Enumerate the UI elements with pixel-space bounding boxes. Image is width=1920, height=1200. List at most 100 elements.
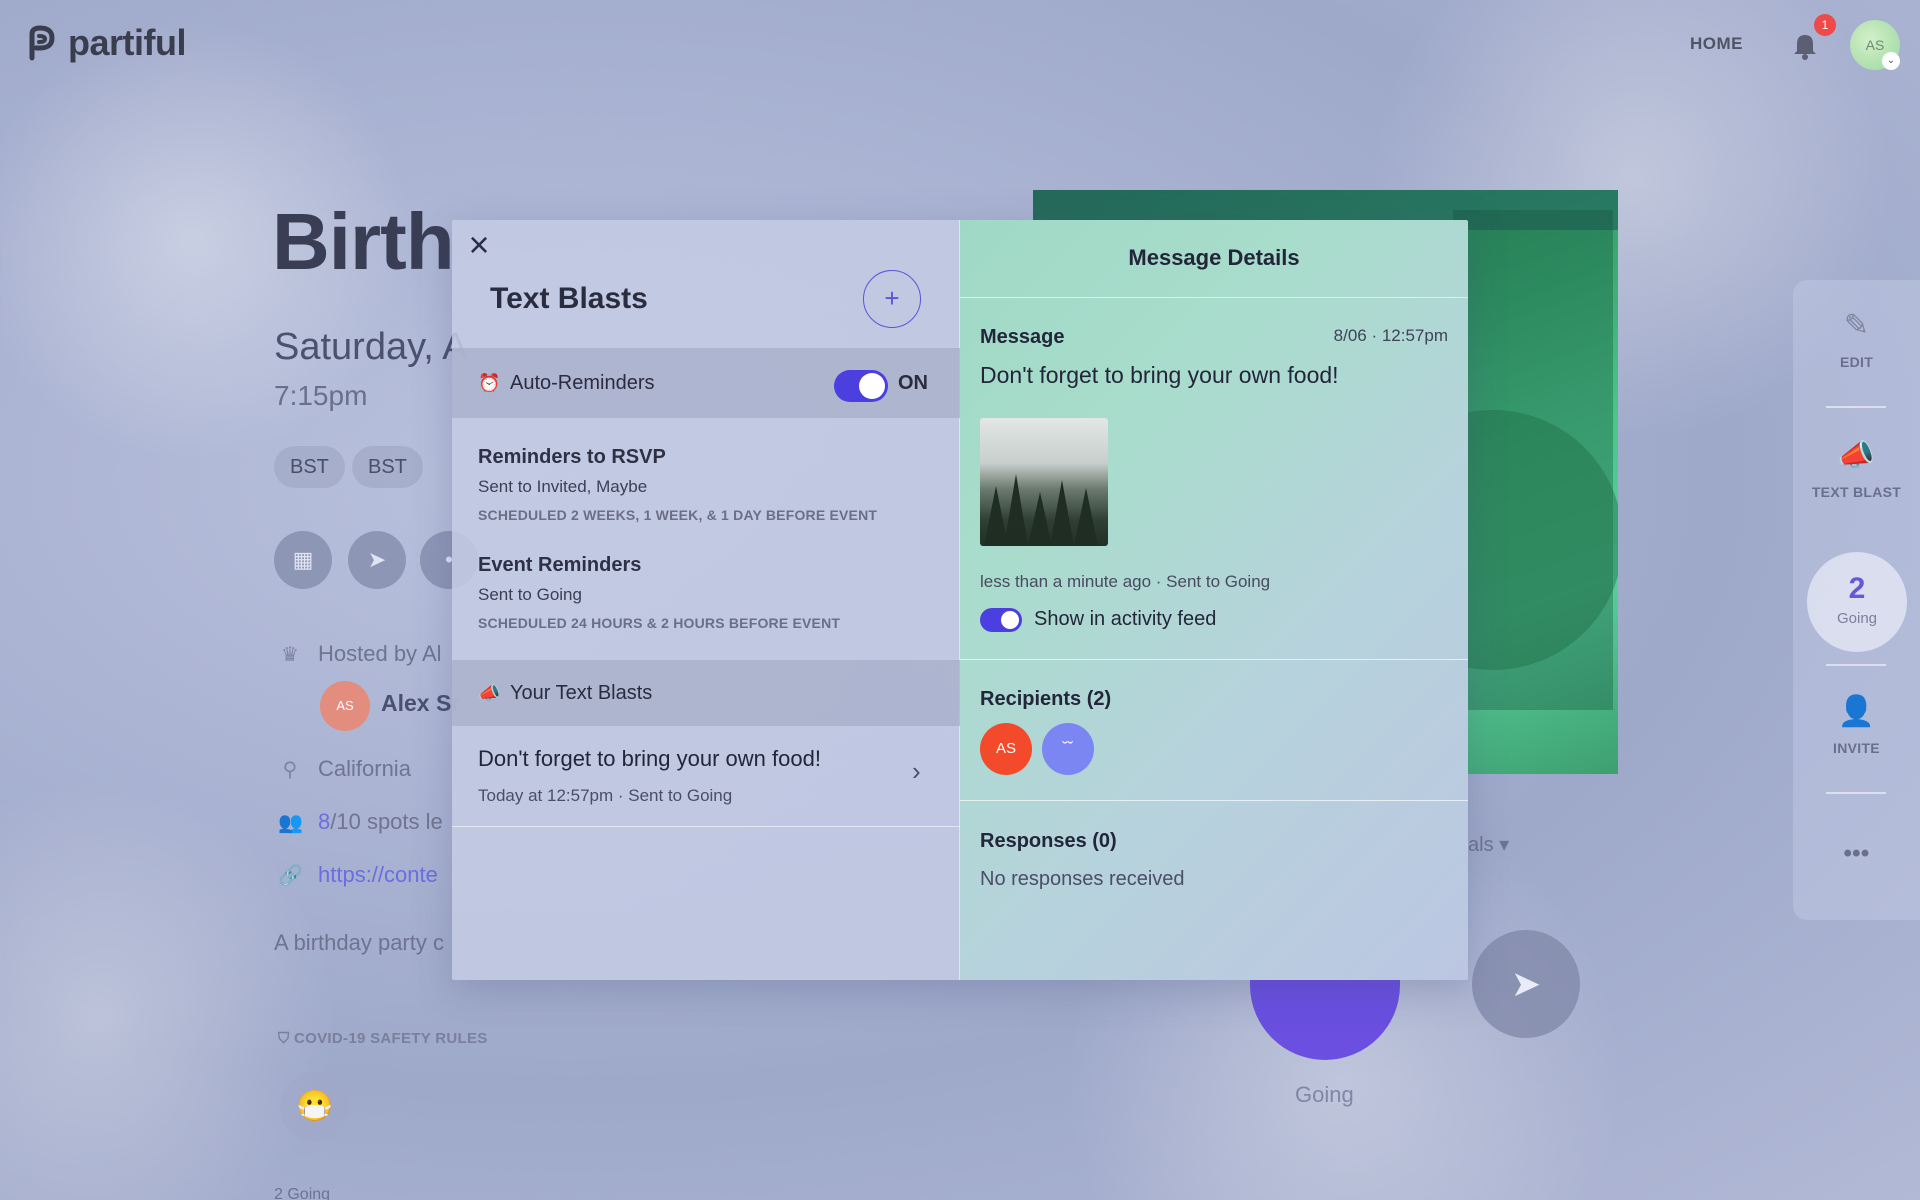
link-row: 🔗 https://conte [278,862,438,888]
event-link[interactable]: https://conte [318,862,438,888]
add-text-blast-button[interactable]: + [863,270,921,328]
event-description: A birthday party c [274,930,444,955]
spots-number: 8 [318,809,331,834]
alarm-clock-icon: ⏰ [478,372,501,393]
close-icon[interactable]: × [462,227,496,264]
recipient-avatar[interactable]: AS [980,723,1032,775]
partiful-logo-icon [29,25,55,61]
location-pin-icon: ⚲ [282,759,298,781]
message-label: Message [980,326,1065,348]
reminder-title: Event Reminders [478,554,642,576]
crown-icon: ♛ [281,644,299,666]
reminder-recipients: Sent to Going [478,585,582,604]
rail-divider [1826,664,1886,666]
reminder-title: Reminders to RSVP [478,446,666,468]
link-icon: 🔗 [278,865,303,887]
text-blast-item[interactable]: Don't forget to bring your own food! Tod… [452,726,960,826]
text-blast-button[interactable]: 📣 TEXT BLAST [1793,438,1920,500]
host-avatar[interactable]: AS [320,681,370,731]
timezone-chip[interactable]: BST [352,446,423,488]
no-responses-text: No responses received [980,868,1185,890]
going-label: Going [1836,610,1878,627]
more-button[interactable]: ••• [1793,834,1920,868]
action-rail: ✎ EDIT 📣 TEXT BLAST 2 Going 👤 INVITE ••• [1793,280,1920,920]
hosted-by-label: Hosted by Al [318,641,442,666]
location-row: ⚲ California [278,756,411,782]
divider [452,826,960,827]
nav-home-link[interactable]: HOME [1690,34,1743,54]
host-row: ♛ Hosted by Al [278,641,442,667]
blast-meta: Today at 12:57pm · Sent to Going [478,786,733,805]
pencil-icon: ✎ [1843,309,1870,342]
spots-row: 👥 8/10 spots le [278,809,443,835]
edit-button[interactable]: ✎ EDIT [1793,308,1920,370]
add-user-icon: 👤 [1837,695,1876,728]
going-count: 2 [1848,572,1866,605]
chevron-down-icon[interactable]: ⌄ [1882,52,1900,70]
message-image-forest[interactable] [980,418,1108,546]
event-date: Saturday, A [274,326,468,368]
auto-reminders-bar: ⏰ Auto-Reminders ON [452,348,960,418]
more-icon: ••• [1843,840,1870,867]
timezone-chip[interactable]: BST [274,446,345,488]
message-details-panel: Message Details Message 8/06 · 12:57pm D… [960,220,1468,980]
event-title: Birth [272,197,455,286]
chevron-right-icon: › [912,756,921,786]
going-counter-button[interactable]: 2 Going [1807,552,1907,652]
megaphone-icon: 📣 [478,682,501,703]
host-name[interactable]: Alex Sr [381,690,460,717]
text-blast-label: TEXT BLAST [1811,484,1902,500]
spots-text: 8/10 spots le [318,809,443,835]
divider [960,659,1468,660]
logo-text: partiful [68,22,187,63]
toggle-state-label: ON [898,372,928,394]
text-blasts-panel: × Text Blasts + ⏰ Auto-Reminders ON Remi… [452,220,960,980]
bell-icon[interactable] [1792,32,1818,60]
going-count-text: 2 Going [274,1186,331,1200]
megaphone-icon: 📣 [1837,439,1876,472]
reminder-schedule: SCHEDULED 24 HOURS & 2 HOURS BEFORE EVEN… [478,615,841,631]
send-icon[interactable]: ➤ [1472,930,1580,1038]
invite-label: INVITE [1833,740,1880,756]
auto-reminders-toggle[interactable] [834,370,888,402]
activity-feed-toggle[interactable] [980,608,1022,632]
invite-button[interactable]: 👤 INVITE [1793,694,1920,756]
partiful-logo[interactable]: partiful [24,22,187,64]
message-details-title: Message Details [960,220,1468,298]
covid-safety-label: ⛉ COVID-19 SAFETY RULES [278,1030,488,1047]
notification-badge: 1 [1814,14,1836,36]
face-mask-icon[interactable]: 😷 [280,1072,350,1142]
covid-safety-text: COVID-19 SAFETY RULES [294,1030,488,1047]
event-reminders-item: Event Reminders Sent to Going SCHEDULED … [478,554,938,631]
message-status: less than a minute ago · Sent to Going [980,572,1271,591]
share-send-icon[interactable]: ➤ [348,531,406,589]
location-text: California [318,756,411,781]
your-text-blasts-label: Your Text Blasts [510,681,653,704]
tree-shape [1004,474,1028,546]
calendar-add-icon[interactable]: ▦ [274,531,332,589]
rsvp-going-label: Going [1295,1082,1354,1107]
tree-shape [1028,492,1052,546]
spots-rest: /10 spots le [330,809,443,834]
recipient-avatar[interactable]: ˘˘ [1042,723,1094,775]
blast-message: Don't forget to bring your own food! [478,746,821,771]
reminder-schedule: SCHEDULED 2 WEEKS, 1 WEEK, & 1 DAY BEFOR… [478,507,878,523]
rail-divider [1826,406,1886,408]
caret-down-icon: ▾ [1499,834,1510,856]
details-dropdown[interactable]: als ▾ [1468,832,1509,857]
people-icon: 👥 [278,812,303,834]
your-text-blasts-bar: 📣 Your Text Blasts [452,660,960,726]
divider [960,800,1468,801]
tree-shape [1074,488,1098,546]
activity-feed-label: Show in activity feed [1034,608,1217,630]
auto-reminders-label: Auto-Reminders [510,371,655,394]
message-timestamp: 8/06 · 12:57pm [1333,326,1448,345]
recipients-label: Recipients (2) [980,688,1112,710]
dropdown-text: als [1468,834,1494,856]
rail-divider [1826,792,1886,794]
edit-label: EDIT [1839,354,1874,370]
message-text: Don't forget to bring your own food! [980,362,1339,388]
event-time: 7:15pm [274,380,368,411]
text-blasts-title: Text Blasts [490,282,648,315]
tree-shape [1050,480,1074,546]
